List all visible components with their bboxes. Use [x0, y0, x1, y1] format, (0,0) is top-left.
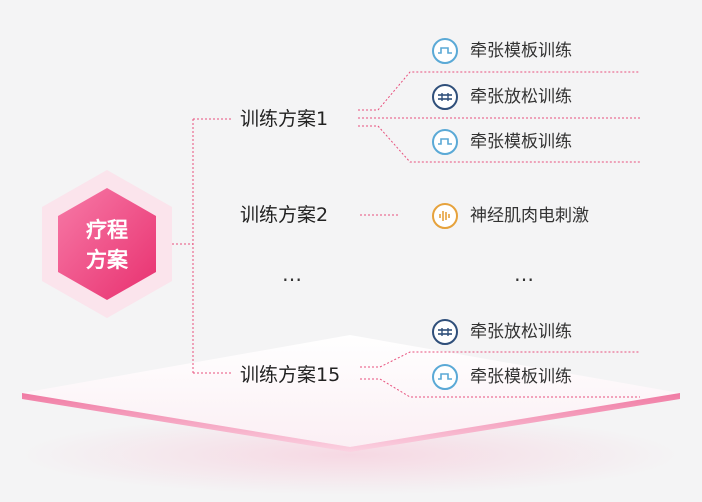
board-wave-icon	[432, 364, 458, 390]
exercise-label: 牵张模板训练	[470, 132, 572, 152]
course-plan-hexagon	[42, 170, 172, 318]
platform-base	[20, 335, 680, 495]
relax-icon	[432, 319, 458, 345]
relax-icon	[432, 84, 458, 110]
hexagon-title-line1: 疗程	[86, 218, 128, 242]
board-wave-icon	[432, 38, 458, 64]
exercise-label: 牵张放松训练	[470, 322, 572, 342]
hexagon-title-line2: 方案	[86, 248, 128, 272]
exercise-item[interactable]: 牵张放松训练	[432, 319, 572, 345]
exercise-item[interactable]: 牵张放松训练	[432, 84, 572, 110]
plan-15-label[interactable]: 训练方案15	[240, 364, 340, 386]
exercise-label: 神经肌肉电刺激	[470, 206, 589, 226]
exercise-label: 牵张模板训练	[470, 367, 572, 387]
board-wave-icon	[432, 129, 458, 155]
exercise-item[interactable]: 牵张模板训练	[432, 129, 572, 155]
exercise-label: 牵张放松训练	[470, 87, 572, 107]
plan-2-label[interactable]: 训练方案2	[240, 204, 328, 226]
plans-ellipsis: …	[282, 262, 303, 286]
nerve-stimulation-icon	[432, 203, 458, 229]
exercise-item[interactable]: 牵张模板训练	[432, 38, 572, 64]
plan-1-label[interactable]: 训练方案1	[240, 108, 328, 130]
exercise-label: 牵张模板训练	[470, 41, 572, 61]
exercise-item[interactable]: 神经肌肉电刺激	[432, 203, 589, 229]
exercise-item[interactable]: 牵张模板训练	[432, 364, 572, 390]
exercises-ellipsis: …	[514, 262, 535, 286]
